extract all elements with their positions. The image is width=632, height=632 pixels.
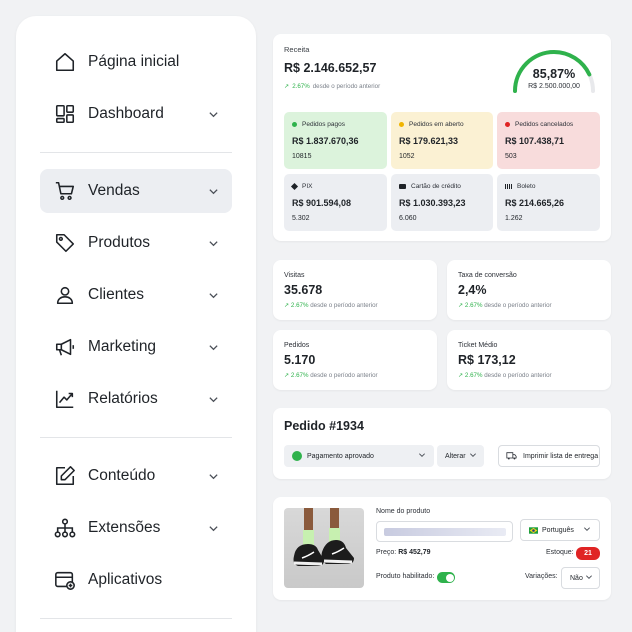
language-select[interactable]: Português	[520, 519, 600, 541]
order-status-select[interactable]: Pagamento aprovado	[284, 445, 434, 467]
goal-percent: 85,87%	[532, 67, 576, 81]
chevron-down-icon	[206, 288, 220, 302]
sidebar-item-label: Relatórios	[88, 390, 158, 407]
toggle-knob	[445, 573, 454, 582]
sidebar-item-relatorios[interactable]: Relatórios	[40, 377, 232, 421]
tile-boleto[interactable]: Boleto R$ 214.665,26 1.262	[497, 174, 600, 231]
status-dot-icon	[399, 122, 404, 127]
sidebar-item-label: Produtos	[88, 234, 151, 251]
stat-card-conversion: Taxa de conversão 2,4% ↗ 2.67% desde o p…	[447, 260, 611, 320]
app-add-icon	[54, 569, 76, 591]
product-image	[284, 508, 364, 588]
cart-icon	[54, 180, 76, 202]
sidebar-item-produtos[interactable]: Produtos	[40, 221, 232, 265]
chevron-down-icon	[585, 573, 593, 583]
credit-card-icon	[399, 184, 406, 189]
sidebar-item-clientes[interactable]: Clientes	[40, 273, 232, 317]
sidebar-divider	[40, 152, 232, 153]
variations-select[interactable]: Não	[561, 567, 600, 589]
price-value: R$ 452,79	[398, 549, 431, 556]
user-icon	[54, 284, 76, 306]
sidebar-item-label: Conteúdo	[88, 467, 156, 484]
megaphone-icon	[54, 336, 76, 358]
stat-card-ticket: Ticket Médio R$ 173,12 ↗ 2.67% desde o p…	[447, 330, 611, 390]
chevron-down-icon	[206, 236, 220, 250]
sidebar-item-dashboard[interactable]: Dashboard	[40, 92, 232, 136]
sidebar-item-extensoes[interactable]: Extensões	[40, 506, 232, 550]
chevron-down-icon	[418, 451, 426, 461]
trend-up-icon: ↗	[284, 372, 291, 379]
tile-credit-card[interactable]: Cartão de crédito R$ 1.030.393,23 6.060	[391, 174, 493, 231]
chart-line-icon	[54, 388, 76, 410]
change-status-select[interactable]: Alterar	[437, 445, 484, 467]
tile-pix[interactable]: PIX R$ 901.594,08 5.302	[284, 174, 387, 231]
chevron-down-icon	[206, 184, 220, 198]
tile-open-orders[interactable]: Pedidos em aberto R$ 179.621,33 1052	[391, 112, 493, 169]
goal-value: R$ 2.500.000,00	[528, 83, 580, 90]
price-row: Preço: R$ 452,79	[376, 549, 431, 556]
product-name-placeholder-bar	[384, 528, 506, 536]
trend-up-icon: ↗	[458, 302, 465, 309]
barcode-icon	[505, 184, 512, 189]
sidebar: Página inicial Dashboard Vendas Produtos…	[16, 16, 256, 632]
chevron-down-icon	[206, 107, 220, 121]
chevron-down-icon	[469, 451, 477, 461]
chevron-down-icon	[206, 469, 220, 483]
truck-icon	[506, 452, 517, 460]
variations-label: Variações:	[525, 573, 558, 580]
stat-card-orders: Pedidos 5.170 ↗ 2.67% desde o período an…	[273, 330, 437, 390]
sidebar-item-label: Clientes	[88, 286, 144, 303]
sidebar-item-marketing[interactable]: Marketing	[40, 325, 232, 369]
edit-icon	[54, 465, 76, 487]
trend-up-icon: ↗	[458, 372, 465, 379]
revenue-label: Receita	[284, 45, 310, 54]
stock-label: Estoque:	[546, 549, 574, 556]
dashboard-icon	[54, 103, 76, 125]
sidebar-item-vendas[interactable]: Vendas	[40, 169, 232, 213]
sidebar-item-label: Vendas	[88, 182, 140, 199]
sidebar-item-label: Aplicativos	[88, 571, 163, 588]
sidebar-item-label: Dashboard	[88, 105, 164, 122]
tile-paid-orders[interactable]: Pedidos pagos R$ 1.837.670,36 10815	[284, 112, 387, 169]
revenue-card: Receita R$ 2.146.652,57 ↗ 2.67% desde o …	[273, 34, 611, 241]
sitemap-icon	[54, 517, 76, 539]
status-dot-icon	[292, 451, 302, 461]
trend-up-icon: ↗	[284, 83, 290, 90]
pix-icon	[290, 182, 299, 191]
product-enabled-label: Produto habilitado:	[376, 573, 435, 580]
sidebar-divider	[40, 437, 232, 438]
chevron-down-icon	[206, 340, 220, 354]
sidebar-item-conteudo[interactable]: Conteúdo	[40, 454, 232, 498]
product-enabled-toggle[interactable]	[437, 572, 455, 583]
home-icon	[54, 51, 76, 73]
trend-up-icon: ↗	[284, 302, 291, 309]
stock-badge: 21	[576, 547, 600, 560]
product-name-label: Nome do produto	[376, 508, 431, 515]
sidebar-item-label: Página inicial	[88, 53, 180, 70]
brazil-flag-icon	[529, 526, 538, 534]
sidebar-item-aplicativos[interactable]: Aplicativos	[40, 558, 232, 602]
chevron-down-icon	[206, 392, 220, 406]
chevron-down-icon	[206, 521, 220, 535]
sidebar-item-label: Extensões	[88, 519, 161, 536]
sidebar-item-label: Marketing	[88, 338, 157, 355]
print-delivery-list-button[interactable]: Imprimir lista de entrega	[498, 445, 600, 467]
chevron-down-icon	[583, 525, 591, 535]
order-title: Pedido #1934	[284, 419, 364, 433]
tile-cancelled-orders[interactable]: Pedidos cancelados R$ 107.438,71 503	[497, 112, 600, 169]
revenue-delta: ↗ 2.67% desde o período anterior	[284, 83, 381, 90]
order-card: Pedido #1934 Pagamento aprovado Alterar …	[273, 408, 611, 479]
sidebar-item-home[interactable]: Página inicial	[40, 40, 232, 84]
product-name-input[interactable]	[376, 521, 513, 542]
revenue-value: R$ 2.146.652,57	[284, 61, 377, 75]
sidebar-divider	[40, 618, 232, 619]
stat-card-visits: Visitas 35.678 ↗ 2.67% desde o período a…	[273, 260, 437, 320]
status-dot-icon	[505, 122, 510, 127]
status-dot-icon	[292, 122, 297, 127]
tag-icon	[54, 232, 76, 254]
product-card: Nome do produto Português Preço: R$ 452,…	[273, 497, 611, 600]
